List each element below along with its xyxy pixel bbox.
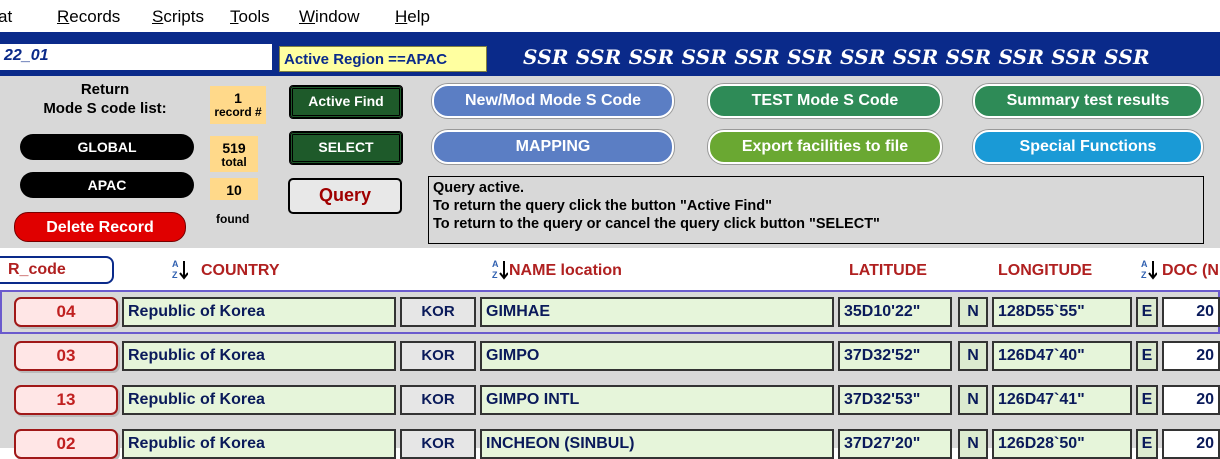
row-iso[interactable]: KOR [400,429,476,459]
row-name[interactable]: GIMPO INTL [480,385,834,415]
country-header: COUNTRY [201,262,280,279]
mapping-button[interactable]: MAPPING [432,130,674,164]
record-counter: 1 record # [210,86,266,124]
found-number: 10 [226,182,242,198]
ssr-banner: SSR SSR SSR SSR SSR SSR SSR SSR SSR SSR … [523,45,1150,69]
row-longitude[interactable]: 128D55`55" [992,297,1132,327]
row-longitude[interactable]: 126D47`40" [992,341,1132,371]
return-mode-s-label: Return Mode S code list: [43,81,167,117]
total-caption: total [221,155,247,169]
row-iso[interactable]: KOR [400,297,476,327]
new-mod-mode-s-code-button[interactable]: New/Mod Mode S Code [432,84,674,118]
message-line-3: To return to the query or cancel the que… [433,216,880,232]
row-name[interactable]: GIMPO [480,341,834,371]
total-counter: 519 total [210,136,258,172]
row-country[interactable]: Republic of Korea [122,385,396,415]
summary-test-results-button[interactable]: Summary test results [973,84,1203,118]
name-location-header: NAME location [509,262,622,279]
row-ns[interactable]: N [958,429,988,459]
r-code-header[interactable]: R_code [0,256,114,284]
select-button[interactable]: SELECT [289,131,403,165]
menu-bar: at Records Scripts Tools Window Help [0,0,1220,32]
sort-country-icon[interactable]: AZ [172,258,188,280]
row-code[interactable]: 13 [14,385,118,415]
total-number: 519 [222,140,246,156]
record-caption: record # [214,105,262,119]
special-functions-button[interactable]: Special Functions [973,130,1203,164]
menu-window[interactable]: Window [299,7,359,27]
sort-name-icon[interactable]: AZ [492,258,508,280]
menu-scripts[interactable]: Scripts [152,7,204,27]
active-find-button[interactable]: Active Find [289,85,403,119]
row-latitude[interactable]: 37D32'53" [838,385,952,415]
menu-format[interactable]: at [0,7,12,27]
latitude-header: LATITUDE [849,262,927,279]
row-iso[interactable]: KOR [400,385,476,415]
row-ns[interactable]: N [958,341,988,371]
row-doc[interactable]: 20 [1162,385,1220,415]
row-name[interactable]: GIMHAE [480,297,834,327]
row-doc[interactable]: 20 [1162,429,1220,459]
global-button[interactable]: GLOBAL [20,134,194,160]
row-iso[interactable]: KOR [400,341,476,371]
row-code[interactable]: 03 [14,341,118,371]
test-mode-s-code-button[interactable]: TEST Mode S Code [708,84,942,118]
svg-text:A: A [172,259,179,269]
message-line-2: To return the query click the button "Ac… [433,198,772,214]
row-country[interactable]: Republic of Korea [122,429,396,459]
row-country[interactable]: Republic of Korea [122,297,396,327]
query-button[interactable]: Query [288,178,402,214]
export-facilities-button[interactable]: Export facilities to file [708,130,942,164]
row-ew[interactable]: E [1136,429,1158,459]
row-doc[interactable]: 20 [1162,341,1220,371]
menu-records[interactable]: Records [57,7,120,27]
menu-help[interactable]: Help [395,7,430,27]
svg-text:Z: Z [492,270,498,280]
delete-record-button[interactable]: Delete Record [14,212,186,242]
row-ew[interactable]: E [1136,385,1158,415]
found-counter: 10 [210,178,258,200]
row-code[interactable]: 02 [14,429,118,459]
menu-tools[interactable]: Tools [230,7,270,27]
doc-header: DOC (N [1162,262,1219,279]
row-longitude[interactable]: 126D28`50" [992,429,1132,459]
row-latitude[interactable]: 37D32'52" [838,341,952,371]
svg-text:A: A [1141,259,1148,269]
query-status-message: Query active. To return the query click … [428,176,1204,244]
row-longitude[interactable]: 126D47`41" [992,385,1132,415]
row-ew[interactable]: E [1136,341,1158,371]
row-latitude[interactable]: 37D27'20" [838,429,952,459]
row-ns[interactable]: N [958,297,988,327]
active-region-label: Active Region ==APAC [279,46,487,72]
apac-button[interactable]: APAC [20,172,194,198]
message-line-1: Query active. [433,180,525,196]
row-doc[interactable]: 20 [1162,297,1220,327]
row-name[interactable]: INCHEON (SINBUL) [480,429,834,459]
row-country[interactable]: Republic of Korea [122,341,396,371]
svg-text:A: A [492,259,499,269]
longitude-header: LONGITUDE [998,262,1093,279]
row-ns[interactable]: N [958,385,988,415]
layout-id-field[interactable]: 22_01 [0,44,272,70]
found-caption: found [216,212,250,226]
svg-text:Z: Z [172,270,178,280]
record-number: 1 [234,90,242,106]
sort-doc-icon[interactable]: AZ [1141,258,1157,280]
row-latitude[interactable]: 35D10'22" [838,297,952,327]
svg-text:Z: Z [1141,270,1147,280]
row-ew[interactable]: E [1136,297,1158,327]
row-code[interactable]: 04 [14,297,118,327]
